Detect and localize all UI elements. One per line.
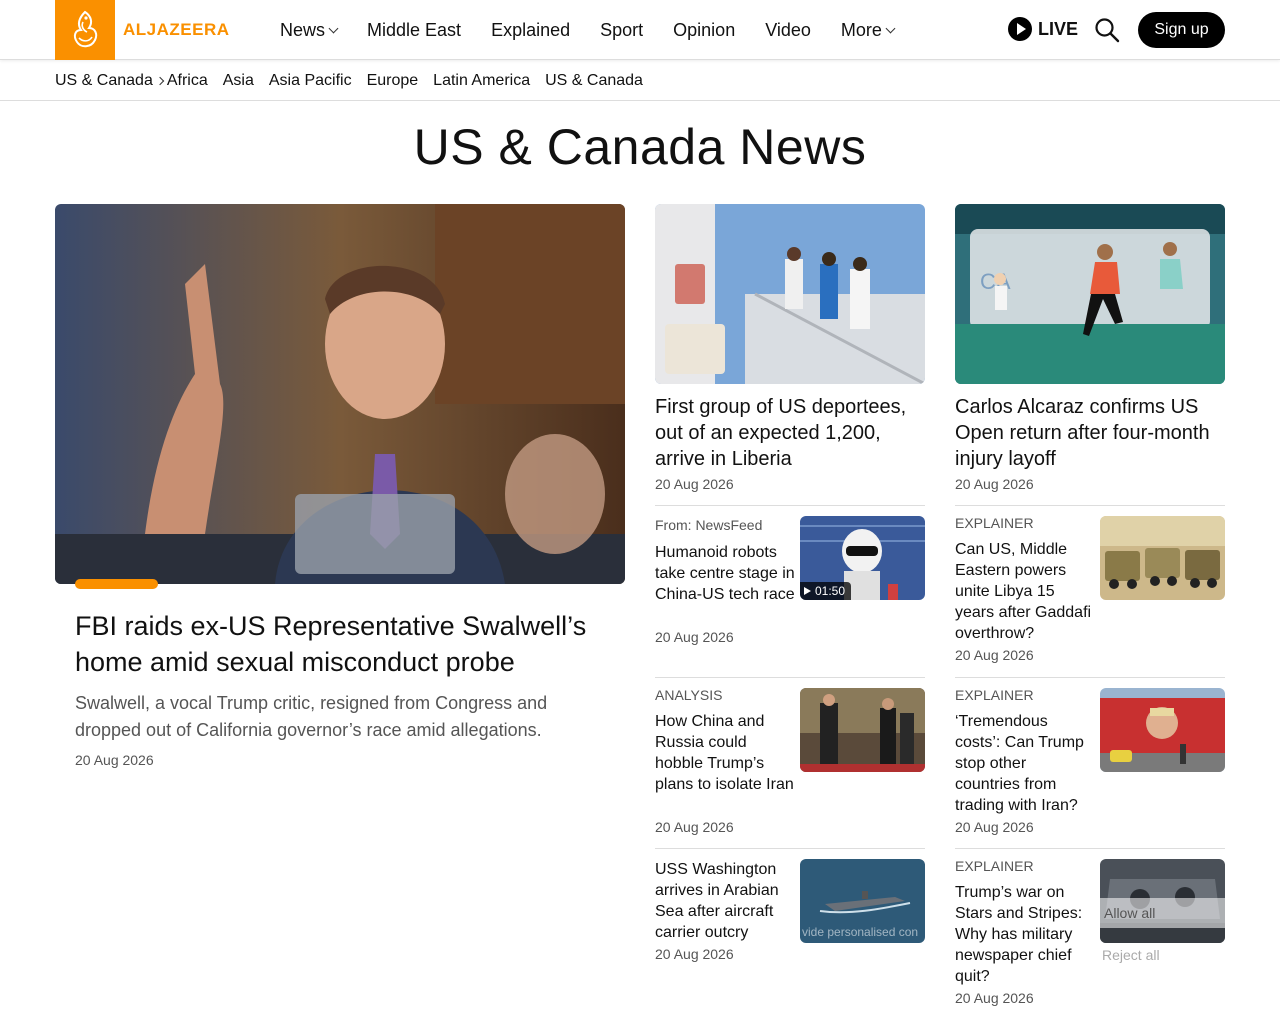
card-headline-china-russia[interactable]: How China and Russia could hobble Trump’… (655, 711, 795, 795)
nav-item-explained[interactable]: Explained (491, 20, 570, 41)
chevron-down-icon (885, 23, 896, 33)
consent-text: vide personalised con (802, 925, 919, 939)
nav-item-news[interactable]: News (280, 20, 339, 41)
aljazeera-logo-icon (55, 0, 115, 60)
chevron-down-icon (328, 23, 339, 33)
card-headline-libya[interactable]: Can US, Middle Eastern powers unite Liby… (955, 539, 1095, 644)
card-image-deportees[interactable] (655, 204, 925, 384)
card-headline-deportees[interactable]: First group of US deportees, out of an e… (655, 394, 925, 472)
section-subnav: US & Canada Africa Asia Asia Pacific Eur… (0, 61, 1280, 101)
card-headline-alcaraz[interactable]: Carlos Alcaraz confirms US Open return a… (955, 394, 1225, 472)
reject-all-button[interactable]: Reject all (1102, 947, 1160, 963)
card-date: 20 Aug 2026 (955, 647, 1034, 663)
card-headline-uss-washington[interactable]: USS Washington arrives in Arabian Sea af… (655, 859, 795, 943)
chevron-right-icon (155, 76, 165, 85)
site-header: ALJAZEERA News Middle East Explained Spo… (0, 0, 1280, 60)
card-date: 20 Aug 2026 (955, 476, 1034, 492)
play-icon (1008, 17, 1032, 41)
divider (655, 677, 925, 678)
card-date: 20 Aug 2026 (655, 629, 734, 645)
nav-item-sport[interactable]: Sport (600, 20, 643, 41)
card-date: 20 Aug 2026 (655, 476, 734, 492)
thumbnail-libya[interactable] (1100, 516, 1225, 600)
card-label: ANALYSIS (655, 687, 723, 703)
video-duration-badge: 01:50 (800, 582, 852, 600)
nav-item-more[interactable]: More (841, 20, 896, 41)
subnav-item-us-canada[interactable]: US & Canada (545, 72, 643, 90)
nav-item-video[interactable]: Video (765, 20, 811, 41)
card-headline-robots[interactable]: Humanoid robots take centre stage in Chi… (655, 542, 795, 605)
page-title: US & Canada News (413, 119, 867, 175)
subnav-item-africa[interactable]: Africa (167, 72, 208, 90)
card-date: 20 Aug 2026 (655, 819, 734, 835)
featured-headline[interactable]: FBI raids ex-US Representative Swalwell’… (75, 608, 605, 680)
card-image-alcaraz[interactable]: CA (955, 204, 1225, 384)
allow-all-button[interactable]: Allow all (1100, 898, 1225, 928)
card-headline-trump-iran-trade[interactable]: ‘Tremendous costs’: Can Trump stop other… (955, 711, 1095, 816)
card-label: EXPLAINER (955, 858, 1034, 874)
site-logo[interactable]: ALJAZEERA (55, 0, 230, 60)
breadcrumb-current: US & Canada (55, 71, 153, 89)
divider (955, 505, 1225, 506)
search-icon[interactable] (1094, 17, 1120, 43)
subnav-item-latin-america[interactable]: Latin America (433, 72, 530, 90)
live-button[interactable]: LIVE (1008, 17, 1078, 41)
subnav-item-asia[interactable]: Asia (223, 72, 254, 90)
divider (655, 848, 925, 849)
featured-summary: Swalwell, a vocal Trump critic, resigned… (75, 693, 548, 740)
card-date: 20 Aug 2026 (955, 819, 1034, 835)
nav-item-middle-east[interactable]: Middle East (367, 20, 461, 41)
featured-image[interactable] (55, 204, 625, 584)
subnav-item-europe[interactable]: Europe (367, 72, 419, 90)
divider (955, 848, 1225, 849)
live-label: LIVE (1038, 18, 1079, 39)
subnav-item-asia-pacific[interactable]: Asia Pacific (269, 72, 352, 90)
thumbnail-china-russia[interactable] (800, 688, 925, 772)
sign-up-button[interactable]: Sign up (1138, 12, 1225, 48)
featured-accent-bar (75, 579, 158, 589)
card-headline-stars-and-stripes[interactable]: Trump’s war on Stars and Stripes: Why ha… (955, 882, 1095, 987)
breadcrumb[interactable]: US & Canada (55, 72, 167, 90)
divider (655, 505, 925, 506)
nav-item-opinion[interactable]: Opinion (673, 20, 735, 41)
card-date: 20 Aug 2026 (655, 946, 734, 962)
card-label: From: NewsFeed (655, 517, 763, 533)
card-label: EXPLAINER (955, 687, 1034, 703)
thumbnail-trump-billboard[interactable] (1100, 688, 1225, 772)
card-label: EXPLAINER (955, 515, 1034, 531)
site-logo-text: ALJAZEERA (123, 20, 230, 39)
play-icon (804, 587, 811, 595)
main-nav: News Middle East Explained Sport Opinion… (280, 0, 924, 60)
card-date: 20 Aug 2026 (955, 990, 1034, 1006)
thumbnail-robots[interactable]: 01:50 (800, 516, 925, 600)
divider (955, 677, 1225, 678)
featured-date: 20 Aug 2026 (75, 752, 154, 768)
